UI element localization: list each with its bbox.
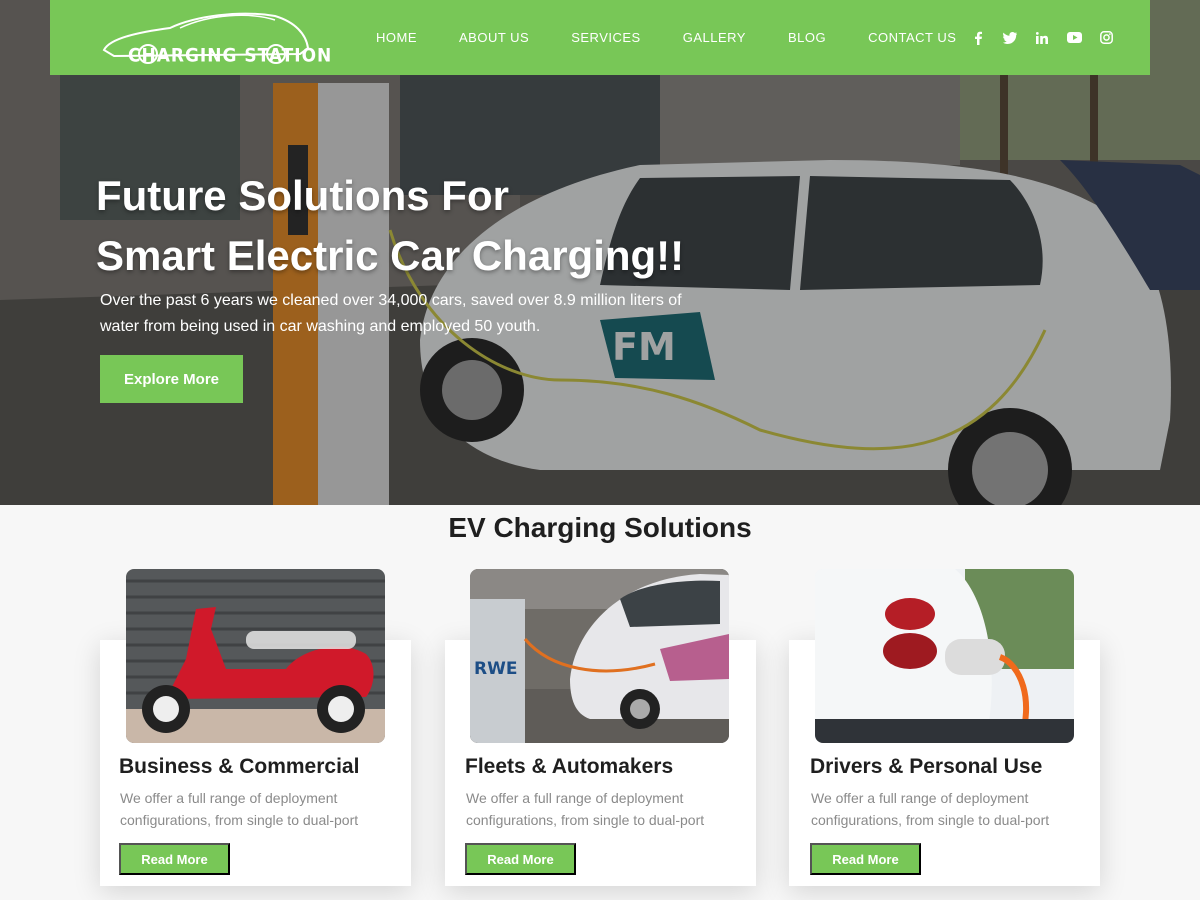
youtube-icon[interactable] [1058, 32, 1090, 43]
hero-title: Future Solutions For Smart Electric Car … [96, 166, 796, 286]
read-more-button-drivers[interactable]: Read More [810, 843, 921, 875]
card-text-fleets: We offer a full range of deployment conf… [466, 790, 705, 828]
twitter-icon[interactable] [994, 31, 1026, 44]
nav-contact-us[interactable]: CONTACT US [868, 30, 956, 45]
nav-services[interactable]: SERVICES [571, 30, 641, 45]
read-more-button-business[interactable]: Read More [119, 843, 230, 875]
social-links [962, 0, 1122, 75]
ev-plug-image [815, 569, 1074, 743]
card-title-business: Business & Commercial [119, 755, 360, 778]
hero-description: Over the past 6 years we cleaned over 34… [100, 292, 682, 335]
scooter-image [126, 569, 385, 743]
card-title-fleets: Fleets & Automakers [465, 755, 674, 778]
section-title: EV Charging Solutions [448, 512, 752, 543]
fleet-car-charging-image: RWE [470, 569, 729, 743]
main-menu: HOME ABOUT US SERVICES GALLERY BLOG CONT… [376, 0, 998, 75]
nav-home[interactable]: HOME [376, 30, 417, 45]
instagram-icon[interactable] [1090, 31, 1122, 44]
linkedin-icon[interactable] [1026, 31, 1058, 44]
facebook-icon[interactable] [962, 31, 994, 45]
read-more-button-fleets[interactable]: Read More [465, 843, 576, 875]
svg-text:RWE: RWE [474, 659, 517, 679]
nav-about-us[interactable]: ABOUT US [459, 30, 529, 45]
card-title-drivers: Drivers & Personal Use [810, 755, 1043, 778]
nav-gallery[interactable]: GALLERY [683, 30, 746, 45]
explore-more-button[interactable]: Explore More [100, 355, 243, 403]
card-text-drivers: We offer a full range of deployment conf… [811, 790, 1050, 828]
hero-title-line-2: Smart Electric Car Charging!! [96, 232, 685, 279]
top-navigation-bar: CHARGING STATION HOME ABOUT US SERVICES … [50, 0, 1150, 75]
nav-blog[interactable]: BLOG [788, 30, 826, 45]
brand-name[interactable]: CHARGING STATION [128, 45, 332, 67]
hero-title-line-1: Future Solutions For [96, 172, 509, 219]
card-text-business: We offer a full range of deployment conf… [120, 790, 359, 828]
